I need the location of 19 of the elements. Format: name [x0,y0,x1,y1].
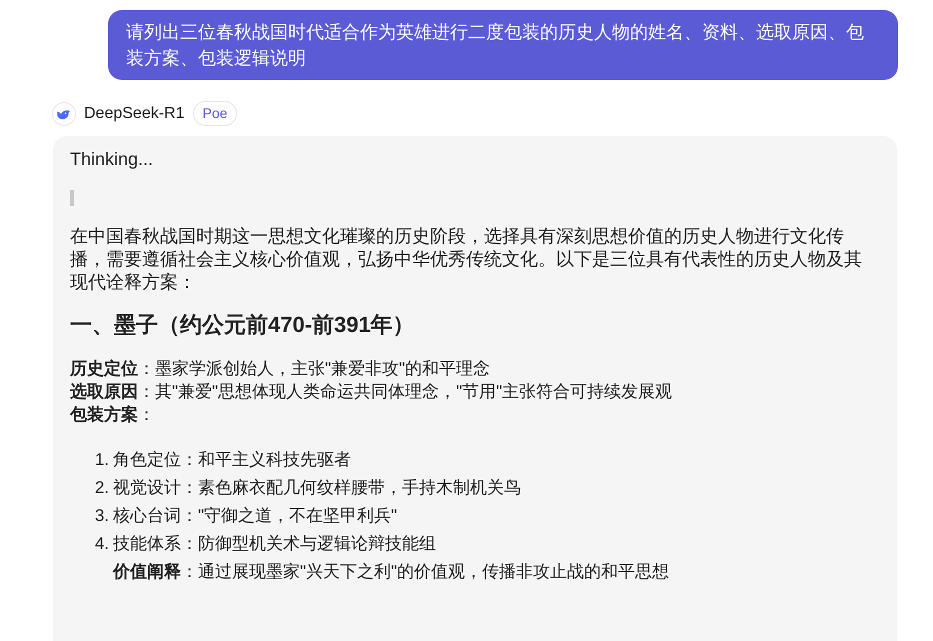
thinking-status: Thinking... [70,148,154,171]
detail-line: 包装方案： [70,404,155,426]
thinking-indicator [70,190,74,206]
list-number: 1. [94,449,110,471]
plan-item: 核心台词："守御之道，不在坚甲利兵" [113,505,398,527]
bot-name: DeepSeek-R1 [84,104,184,124]
user-message-bubble: 请列出三位春秋战国时代适合作为英雄进行二度包装的历史人物的姓名、资料、选取原因、包装方案、包装逻辑说明 [108,10,898,80]
detail-line: 历史定位：墨家学派创始人，主张"兼爱非攻"的和平理念 [70,358,490,380]
plan-item: 技能体系：防御型机关术与逻辑论辩技能组 [113,533,436,555]
section-heading: 一、墨子（约公元前470-前391年） [70,311,415,339]
bot-badge: Poe [192,101,238,126]
value-note: 价值阐释：通过展现墨家"兴天下之利"的价值观，传播非攻止战的和平思想 [113,561,670,583]
list-number: 3. [94,505,110,527]
intro-paragraph: 在中国春秋战国时期这一思想文化璀璨的历史阶段，选择具有深刻思想价值的历史人物进行文化传播，需要遵循社会主义核心价值观，弘扬中华优秀传统文化。以下是三位具有代表性的历史人物及其现代诠释方案： [70,225,863,294]
list-number: 4. [94,533,110,555]
list-number: 2. [94,477,110,499]
detail-line: 选取原因：其"兼爱"思想体现人类命运共同体理念，"节用"主张符合可持续发展观 [70,381,672,403]
plan-item: 角色定位：和平主义科技先驱者 [113,449,351,471]
plan-item: 视觉设计：素色麻衣配几何纹样腰带，手持木制机关鸟 [113,477,521,499]
